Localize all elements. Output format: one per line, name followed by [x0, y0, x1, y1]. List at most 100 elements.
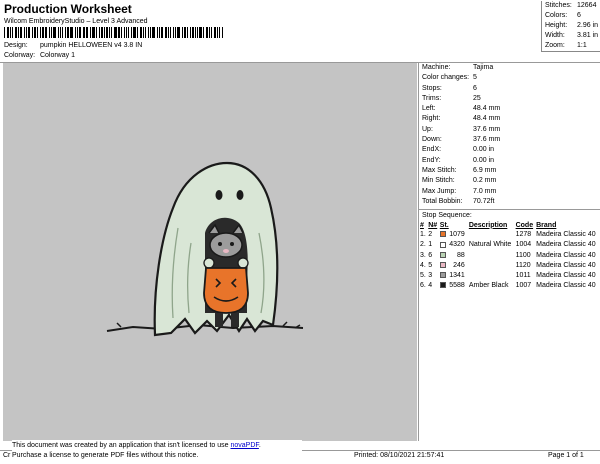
column-header: #: [420, 221, 424, 229]
property-row: Machine: Tajima: [419, 63, 600, 73]
color-swatch: [439, 241, 446, 248]
stop-sequence-table: # N# St. Description Code Brand 1. 2 1079 1278 Ma…: [419, 220, 600, 291]
character-foot: [215, 313, 223, 327]
property-value: 37.6 mm: [473, 136, 501, 144]
property-row: EndY: 0.00 in: [419, 156, 600, 166]
property-row: Total Bobbin: 70.72ft: [419, 197, 600, 207]
color-description: [468, 261, 515, 271]
stat-value: 3.81 in: [577, 32, 599, 39]
stop-number: 5.: [420, 271, 426, 279]
property-label: EndX:: [422, 146, 442, 154]
stitch-count: 246: [453, 261, 465, 269]
stat-row: Zoom: 1:1: [545, 41, 600, 51]
color-swatch: [439, 251, 446, 258]
color-swatch-cell: [439, 230, 447, 240]
design-line: Design: pumpkin HELLOWEEN v4 3.8 IN: [4, 42, 142, 49]
color-swatch-cell: [439, 281, 447, 291]
table-row: 3. 6 88 1100 Madeira Classic 40: [419, 251, 600, 261]
property-label: Color changes:: [422, 74, 470, 82]
color-description: Natural White: [468, 241, 512, 249]
needle-number: 4: [428, 282, 433, 290]
stat-value: 2.96 in: [577, 22, 599, 29]
color-swatch: [439, 261, 446, 268]
colorway-line: Colorway: Colorway 1: [4, 52, 75, 59]
property-value: 5: [473, 74, 477, 82]
property-row: Trims: 25: [419, 94, 600, 104]
column-header: Description: [468, 221, 508, 229]
character-foot: [231, 313, 239, 327]
stat-row: Height: 2.96 in: [545, 21, 600, 31]
thread-brand: Madeira Classic 40: [536, 261, 596, 269]
stitch-count: 1341: [449, 271, 465, 279]
needle-number: 6: [428, 251, 433, 259]
property-value: 6.9 mm: [473, 166, 497, 174]
property-row: Stops: 6: [419, 84, 600, 94]
thread-brand: Madeira Classic 40: [536, 241, 596, 249]
property-label: Down:: [422, 136, 442, 144]
column-header: Code: [515, 221, 534, 229]
property-value: 48.4 mm: [473, 105, 501, 113]
property-row: Up: 37.6 mm: [419, 125, 600, 135]
stop-number: 4.: [420, 261, 426, 269]
property-value: 0.2 mm: [473, 177, 497, 185]
stop-number: 6.: [420, 282, 426, 290]
stat-value: 1:1: [577, 42, 587, 49]
color-swatch-cell: [439, 271, 447, 281]
needle-number: 5: [428, 261, 433, 269]
property-label: Min Stitch:: [422, 177, 455, 185]
color-swatch: [439, 231, 446, 238]
property-label: Stops:: [422, 84, 442, 92]
property-row: EndX: 0.00 in: [419, 145, 600, 155]
needle-number: 2: [428, 231, 433, 239]
thread-code: 1278: [515, 231, 532, 239]
ghost-pumpkin-design: [106, 161, 304, 337]
needle-number: 3: [428, 271, 433, 279]
thread-code: 1004: [515, 241, 532, 249]
property-value: 6: [473, 84, 477, 92]
stat-row: Width: 3.81 in: [545, 31, 600, 41]
column-header: N#: [428, 221, 438, 229]
color-description: [468, 230, 515, 240]
property-value: 0.00 in: [473, 156, 495, 164]
thread-brand: Madeira Classic 40: [536, 282, 596, 290]
color-swatch-cell: [439, 240, 447, 250]
summary-stats: Stitches: 12664 Colors: 6 Height: 2.96 in Widt…: [541, 1, 600, 52]
stitch-count: 4320: [449, 241, 465, 249]
ghost-hand-right: [237, 257, 249, 269]
property-value: 25: [473, 94, 481, 102]
notice-line-2: Purchase a license to generate PDF files…: [12, 452, 199, 459]
stop-number: 1.: [420, 231, 426, 239]
property-label: Machine:: [422, 64, 451, 71]
character-eye: [218, 242, 222, 246]
property-value: 37.6 mm: [473, 125, 501, 133]
ghost-eye-left: [215, 190, 223, 200]
column-header: Brand: [536, 221, 557, 229]
property-label: Total Bobbin:: [422, 197, 463, 205]
color-description: Amber Black: [468, 282, 509, 290]
property-row: Left: 48.4 mm: [419, 104, 600, 114]
character-eye: [230, 242, 234, 246]
property-row: Color changes: 5: [419, 73, 600, 83]
property-row: Max Jump: 7.0 mm: [419, 187, 600, 197]
table-row: 5. 3 1341 1011 Madeira Classic 40: [419, 271, 600, 281]
property-label: Trims:: [422, 94, 442, 102]
stitch-count: 1079: [449, 231, 465, 239]
barcode: [4, 27, 224, 38]
property-label: Max Stitch:: [422, 166, 457, 174]
stat-label: Height:: [545, 22, 568, 29]
design-label: Design:: [4, 42, 28, 49]
thread-brand: Madeira Classic 40: [536, 271, 596, 279]
character-head: [209, 232, 243, 258]
stop-number: 2.: [420, 241, 426, 249]
stat-label: Stitches:: [545, 2, 572, 9]
notice-suffix: .: [258, 442, 261, 449]
property-label: Up:: [422, 125, 433, 133]
property-row: Down: 37.6 mm: [419, 135, 600, 145]
stat-label: Zoom:: [545, 42, 565, 49]
table-row: 2. 1 4320 Natural White 1004 Madeira Classic …: [419, 240, 600, 250]
thread-brand: Madeira Classic 40: [536, 231, 596, 239]
property-row: Max Stitch: 6.9 mm: [419, 166, 600, 176]
property-label: Left:: [422, 105, 436, 113]
page-number: Page 1 of 1: [548, 452, 584, 459]
novapdf-link[interactable]: novaPDF: [230, 442, 258, 449]
